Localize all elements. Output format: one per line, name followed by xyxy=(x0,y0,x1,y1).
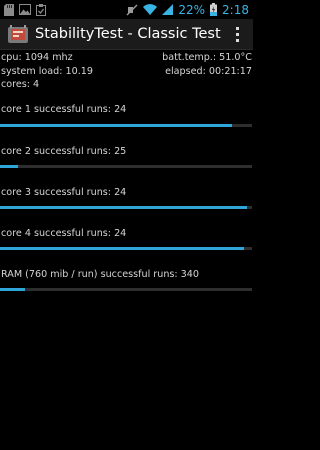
system-icons: 22% 2:18 xyxy=(126,3,253,17)
info-row-cpu: cpu: 1094 mhz batt.temp.: 51.0°C xyxy=(0,51,253,65)
core-1-runs: core 1 successful runs: 24 xyxy=(1,103,127,115)
test-core-2: core 2 successful runs: 25 xyxy=(0,146,253,168)
test-core-4: core 4 successful runs: 24 xyxy=(0,228,253,250)
core-2-runs: core 2 successful runs: 25 xyxy=(1,145,127,157)
core-count: cores: 4 xyxy=(1,79,40,90)
test-core-1: core 1 successful runs: 24 xyxy=(0,104,253,127)
wifi-icon xyxy=(143,4,158,15)
ram-progress-bar xyxy=(0,287,252,291)
info-row-load: system load: 10.19 elapsed: 00:21:17 xyxy=(0,65,253,79)
cpu-frequency: cpu: 1094 mhz xyxy=(1,52,73,63)
image-icon xyxy=(19,4,31,15)
clock: 2:18 xyxy=(222,2,249,17)
mute-icon xyxy=(126,4,138,15)
progress-fill xyxy=(0,246,245,250)
battery-charging-icon xyxy=(210,3,218,16)
core-2-progress-bar xyxy=(0,164,252,168)
clipboard-check-icon xyxy=(36,3,46,16)
notification-icons xyxy=(0,3,46,16)
status-bar: 22% 2:18 xyxy=(0,0,253,19)
battery-temperature: batt.temp.: 51.0°C xyxy=(162,52,252,63)
sd-card-icon xyxy=(4,3,14,16)
overflow-menu-icon[interactable] xyxy=(236,26,239,42)
app-title: StabilityTest - Classic Test xyxy=(35,26,221,42)
core-3-runs: core 3 successful runs: 24 xyxy=(1,186,127,198)
app-icon[interactable] xyxy=(8,25,28,43)
battery-percent: 22% xyxy=(178,2,206,17)
action-bar: StabilityTest - Classic Test xyxy=(0,19,253,50)
core-1-progress-bar xyxy=(0,123,252,127)
system-load: system load: 10.19 xyxy=(1,65,93,77)
test-ram: RAM (760 mib / run) successful runs: 340 xyxy=(0,269,253,291)
test-panel: cpu: 1094 mhz batt.temp.: 51.0°C system … xyxy=(0,51,253,291)
progress-fill xyxy=(0,205,247,209)
signal-icon xyxy=(162,4,174,15)
core-3-progress-bar xyxy=(0,205,252,209)
core-4-progress-bar xyxy=(0,246,252,250)
test-core-3: core 3 successful runs: 24 xyxy=(0,187,253,209)
elapsed-time: elapsed: 00:21:17 xyxy=(165,65,252,77)
ram-runs: RAM (760 mib / run) successful runs: 340 xyxy=(1,268,199,280)
progress-fill xyxy=(0,287,26,291)
core-4-runs: core 4 successful runs: 24 xyxy=(1,227,127,239)
info-row-cores: cores: 4 xyxy=(0,78,253,92)
progress-fill xyxy=(0,123,232,127)
progress-fill xyxy=(0,164,18,168)
